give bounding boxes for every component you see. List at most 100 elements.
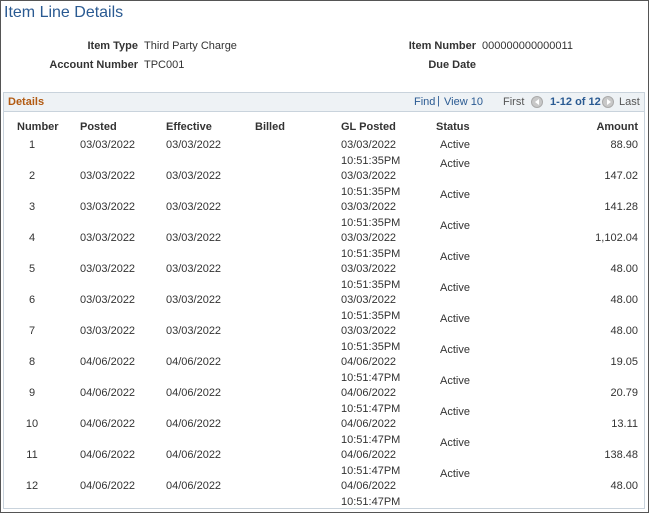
item-type-label: Item Type [87, 40, 138, 52]
next-arrow-icon[interactable] [602, 96, 614, 108]
row-amount: 48.00 [610, 263, 638, 275]
row-status: Active [440, 282, 470, 294]
row-status: Active [440, 251, 470, 263]
row-status: Active [440, 344, 470, 356]
row-gl-posted-time: 10:51:35PM [341, 217, 401, 229]
row-number: 9 [28, 387, 36, 399]
view-10-link[interactable]: View 10 [444, 96, 483, 108]
row-number: 11 [26, 449, 38, 461]
item-type-value: Third Party Charge [144, 40, 237, 52]
row-posted-date: 04/06/2022 [80, 387, 136, 399]
row-gl-posted-date: 03/03/2022 [341, 294, 397, 306]
row-number: 4 [28, 232, 36, 244]
row-number: 10 [25, 418, 39, 430]
row-posted-date: 03/03/2022 [80, 263, 136, 275]
row-effective-date: 03/03/2022 [166, 263, 222, 275]
row-range: 1-12 of 12 [550, 96, 601, 108]
nav-separator: | [437, 95, 440, 107]
row-number: 1 [28, 139, 36, 151]
row-gl-posted-date: 04/06/2022 [341, 356, 397, 368]
row-effective-date: 04/06/2022 [166, 418, 222, 430]
item-number-value: 000000000000011 [482, 40, 573, 52]
row-status: Active [440, 437, 470, 449]
row-amount: 138.48 [604, 449, 638, 461]
row-status: Active [440, 375, 470, 387]
account-number-value: TPC001 [144, 59, 185, 71]
row-effective-date: 04/06/2022 [166, 480, 222, 492]
row-effective-date: 03/03/2022 [166, 294, 222, 306]
first-label: First [503, 96, 525, 108]
row-effective-date: 03/03/2022 [166, 139, 222, 151]
row-number: 7 [28, 325, 36, 337]
row-gl-posted-date: 03/03/2022 [341, 232, 397, 244]
row-number: 3 [28, 201, 36, 213]
row-posted-date: 04/06/2022 [80, 480, 136, 492]
row-gl-posted-time: 10:51:35PM [341, 248, 401, 260]
column-header-amount: Amount [596, 121, 638, 133]
row-amount: 13.11 [611, 418, 638, 430]
row-amount: 19.05 [610, 356, 638, 368]
row-effective-date: 04/06/2022 [166, 449, 222, 461]
row-gl-posted-date: 03/03/2022 [341, 263, 397, 275]
row-status: Active [440, 139, 470, 151]
row-amount: 88.90 [610, 139, 638, 151]
row-effective-date: 03/03/2022 [166, 325, 222, 337]
find-link[interactable]: Find [414, 96, 435, 108]
previous-arrow-icon[interactable] [531, 96, 543, 108]
row-status: Active [440, 220, 470, 232]
row-gl-posted-time: 10:51:47PM [341, 465, 401, 477]
row-gl-posted-time: 10:51:47PM [341, 496, 401, 508]
row-gl-posted-date: 04/06/2022 [341, 418, 397, 430]
row-number: 6 [28, 294, 36, 306]
column-header-number: Number [17, 121, 59, 133]
item-number-label: Item Number [408, 40, 476, 52]
row-number: 5 [28, 263, 36, 275]
row-posted-date: 04/06/2022 [80, 418, 136, 430]
row-gl-posted-time: 10:51:47PM [341, 434, 401, 446]
row-amount: 147.02 [604, 170, 638, 182]
column-header-posted: Posted [80, 121, 117, 133]
row-status: Active [440, 158, 470, 170]
row-amount: 48.00 [610, 325, 638, 337]
column-header-gl-posted: GL Posted [341, 121, 396, 133]
row-posted-date: 04/06/2022 [80, 449, 136, 461]
row-status: Active [440, 468, 470, 480]
row-amount: 48.00 [610, 294, 638, 306]
row-posted-date: 03/03/2022 [80, 170, 136, 182]
row-gl-posted-time: 10:51:35PM [341, 279, 401, 291]
page-title: Item Line Details [4, 4, 124, 21]
row-amount: 48.00 [610, 480, 638, 492]
row-gl-posted-time: 10:51:47PM [341, 403, 401, 415]
row-effective-date: 03/03/2022 [166, 201, 222, 213]
row-gl-posted-date: 04/06/2022 [341, 387, 397, 399]
row-gl-posted-time: 10:51:35PM [341, 186, 401, 198]
row-gl-posted-date: 04/06/2022 [341, 449, 397, 461]
row-status: Active [440, 406, 470, 418]
row-posted-date: 03/03/2022 [80, 232, 136, 244]
row-gl-posted-time: 10:51:35PM [341, 310, 401, 322]
row-effective-date: 03/03/2022 [166, 232, 222, 244]
grid-header: Details Find | View 10 First 1-12 of 12 … [4, 93, 644, 112]
row-gl-posted-date: 04/06/2022 [341, 480, 397, 492]
row-gl-posted-date: 03/03/2022 [341, 170, 397, 182]
row-effective-date: 04/06/2022 [166, 387, 222, 399]
row-gl-posted-date: 03/03/2022 [341, 139, 397, 151]
row-gl-posted-time: 10:51:35PM [341, 155, 401, 167]
row-effective-date: 03/03/2022 [166, 170, 222, 182]
row-amount: 141.28 [604, 201, 638, 213]
row-posted-date: 03/03/2022 [80, 294, 136, 306]
grid-title: Details [8, 96, 45, 108]
due-date-label: Due Date [428, 59, 476, 71]
row-status: Active [440, 313, 470, 325]
row-gl-posted-date: 03/03/2022 [341, 325, 397, 337]
account-number-label: Account Number [49, 59, 138, 71]
row-amount: 1,102.04 [595, 232, 638, 244]
row-number: 8 [28, 356, 36, 368]
row-gl-posted-time: 10:51:35PM [341, 341, 401, 353]
column-header-status: Status [436, 121, 470, 133]
row-gl-posted-time: 10:51:47PM [341, 372, 401, 384]
row-posted-date: 04/06/2022 [80, 356, 136, 368]
column-header-billed: Billed [255, 121, 285, 133]
row-number: 2 [28, 170, 36, 182]
row-amount: 20.79 [610, 387, 638, 399]
